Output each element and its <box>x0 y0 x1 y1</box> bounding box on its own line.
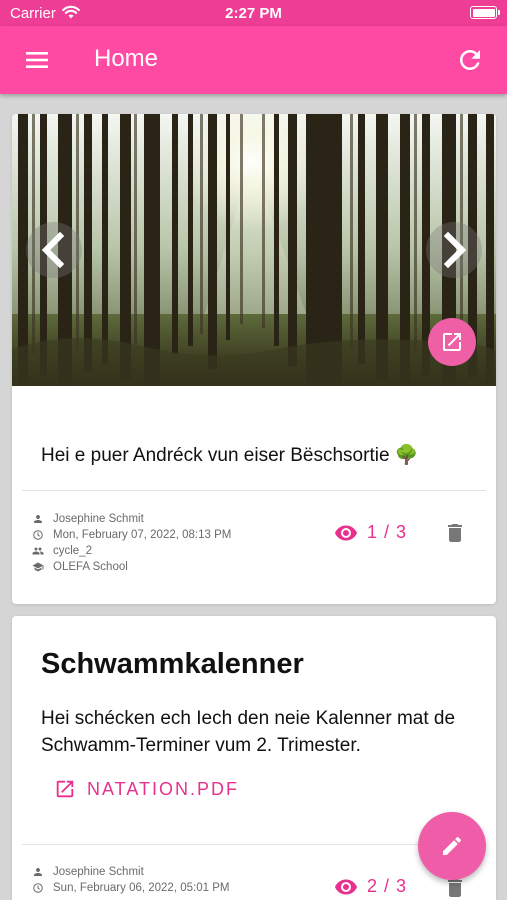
author-name: Josephine Schmit <box>53 866 144 878</box>
views-counter[interactable]: 1 / 3 <box>334 522 407 543</box>
open-in-new-icon <box>443 333 461 351</box>
post-group: cycle_2 <box>53 545 92 557</box>
menu-icon <box>26 52 48 68</box>
next-image-button[interactable] <box>426 222 482 278</box>
delete-button[interactable] <box>443 521 467 545</box>
divider <box>22 844 486 845</box>
views-count: 2 / 3 <box>367 876 408 896</box>
eye-icon <box>335 525 357 540</box>
page-title: Home <box>94 45 159 72</box>
refresh-button[interactable] <box>455 45 485 75</box>
post-meta: Josephine Schmit Sun, February 06, 2022,… <box>32 864 229 896</box>
open-in-new-icon <box>56 780 74 798</box>
attachment-name: NATATION.PDF <box>87 778 239 799</box>
chevron-right-icon <box>443 231 467 269</box>
clock-icon <box>33 530 43 540</box>
post-school: OLEFA School <box>53 561 128 573</box>
previous-image-button[interactable] <box>26 222 82 278</box>
person-icon <box>34 868 42 876</box>
app-bar: Home <box>0 26 507 94</box>
post-text: Hei schécken ech Iech den neie Kalenner … <box>41 708 456 756</box>
attachment-link[interactable]: NATATION.PDF <box>54 778 239 800</box>
views-counter[interactable]: 2 / 3 <box>334 876 407 897</box>
views-count: 1 / 3 <box>367 522 408 542</box>
eye-icon <box>335 879 357 894</box>
status-time: 2:27 PM <box>225 5 282 22</box>
status-bar: Carrier 2:27 PM <box>0 0 507 26</box>
post-photo[interactable] <box>12 114 496 386</box>
chevron-left-icon <box>41 231 65 269</box>
person-icon <box>34 515 42 523</box>
trash-icon <box>448 524 462 542</box>
divider <box>22 490 486 491</box>
school-icon <box>32 562 44 572</box>
post-text: Hei e puer Andréck vun eiser Bëschsortie… <box>41 445 419 466</box>
post-title: Schwammkalenner <box>41 648 304 680</box>
post-meta: Josephine Schmit Mon, February 07, 2022,… <box>32 511 231 575</box>
author-name: Josephine Schmit <box>53 513 144 525</box>
compose-button[interactable] <box>418 812 486 880</box>
clock-icon <box>33 883 43 893</box>
battery-icon <box>470 6 500 19</box>
pencil-icon <box>443 836 462 855</box>
post-date: Sun, February 06, 2022, 05:01 PM <box>53 882 230 894</box>
open-image-button[interactable] <box>428 318 476 366</box>
group-icon <box>32 547 44 555</box>
post-date: Mon, February 07, 2022, 08:13 PM <box>53 529 232 541</box>
menu-button[interactable] <box>22 48 52 72</box>
post-card: Hei e puer Andréck vun eiser Bëschsortie… <box>12 114 496 604</box>
refresh-icon <box>460 50 480 70</box>
